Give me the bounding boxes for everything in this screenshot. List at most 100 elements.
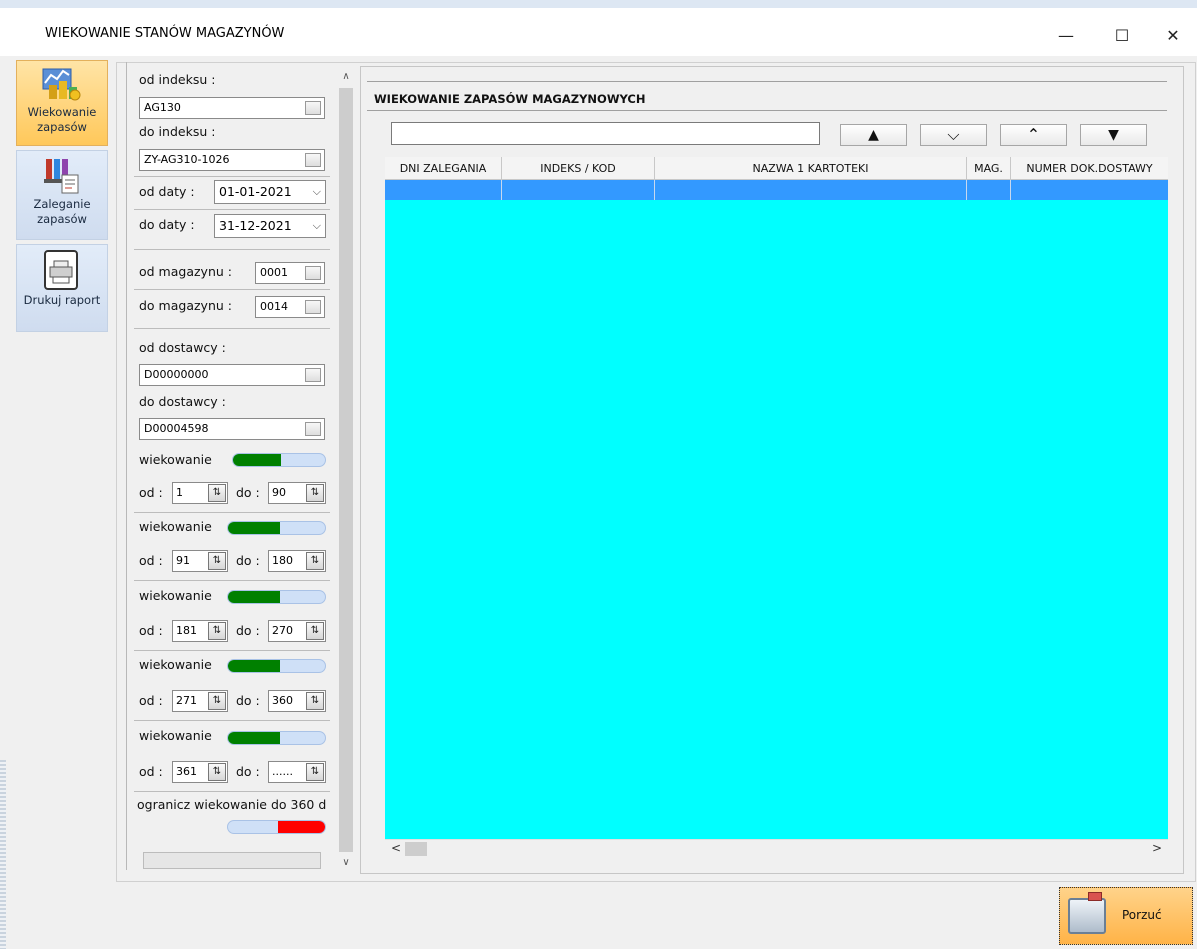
- spinner-icon[interactable]: ⇅: [306, 692, 324, 710]
- column-header-numer-dok[interactable]: NUMER DOK.DOSTAWY: [1011, 157, 1168, 180]
- aging-toggle[interactable]: [232, 453, 326, 467]
- divider: [134, 512, 330, 513]
- toolbar-button-drukuj[interactable]: Drukuj raport: [16, 244, 108, 332]
- aging-toggle[interactable]: [227, 590, 326, 604]
- aging-from-input[interactable]: 181 ⇅: [172, 620, 228, 642]
- od-dostawcy-input[interactable]: D00000000: [139, 364, 325, 386]
- aging-from-value: 361: [176, 765, 197, 778]
- close-badge-icon: [1088, 892, 1102, 901]
- do-magazynu-input[interactable]: 0014: [255, 296, 325, 318]
- lookup-button[interactable]: [305, 300, 321, 314]
- aging-from-input[interactable]: 1 ⇅: [172, 482, 228, 504]
- aging-label: wiekowanie: [139, 588, 212, 603]
- table-cell[interactable]: [967, 180, 1011, 200]
- scroll-down-icon[interactable]: ∨: [336, 854, 356, 872]
- spinner-icon[interactable]: ⇅: [208, 692, 226, 710]
- aging-from-input[interactable]: 361 ⇅: [172, 761, 228, 783]
- scroll-left-icon[interactable]: <: [387, 840, 405, 858]
- lookup-button[interactable]: [305, 153, 321, 167]
- scroll-right-icon[interactable]: >: [1148, 840, 1166, 858]
- spinner-icon[interactable]: ⇅: [208, 552, 226, 570]
- aging-from-input[interactable]: 91 ⇅: [172, 550, 228, 572]
- aging-toggle[interactable]: [227, 521, 326, 535]
- chevron-down-icon[interactable]: ⌵: [313, 215, 321, 237]
- last-record-button[interactable]: ▼: [1080, 124, 1147, 146]
- search-input[interactable]: [391, 122, 820, 145]
- od-dostawcy-value: D00000000: [144, 368, 209, 381]
- aging-from-value: 271: [176, 694, 197, 707]
- spinner-icon[interactable]: ⇅: [306, 763, 324, 781]
- do-indeksu-value: ZY-AG310-1026: [144, 153, 230, 166]
- toolbar-button-wiekowanie[interactable]: Wiekowanie zapasów: [16, 60, 108, 146]
- aging-to-input[interactable]: 180 ⇅: [268, 550, 326, 572]
- spinner-icon[interactable]: ⇅: [306, 484, 324, 502]
- porzuc-button[interactable]: Porzuć: [1059, 887, 1193, 945]
- aging-to-input[interactable]: 360 ⇅: [268, 690, 326, 712]
- spinner-icon[interactable]: ⇅: [306, 552, 324, 570]
- maximize-button[interactable]: ☐: [1102, 20, 1142, 52]
- toolbar-label: Drukuj raport: [23, 293, 101, 307]
- prev-record-button[interactable]: ⌃: [1000, 124, 1067, 146]
- table-cell[interactable]: [502, 180, 655, 200]
- do-indeksu-input[interactable]: ZY-AG310-1026: [139, 149, 325, 171]
- scroll-up-icon[interactable]: ∧: [336, 68, 356, 86]
- aging-to-value: 180: [272, 554, 293, 567]
- lookup-button[interactable]: [305, 368, 321, 382]
- chevron-down-icon[interactable]: ⌵: [313, 181, 321, 203]
- od-daty-combo[interactable]: 01-01-2021 ⌵: [214, 180, 326, 204]
- progress-bar: [143, 852, 321, 869]
- table-cell[interactable]: [655, 180, 967, 200]
- next-record-button[interactable]: ⌵: [920, 124, 987, 146]
- aging-label: wiekowanie: [139, 657, 212, 672]
- toolbar-button-zaleganie[interactable]: Zaleganie zapasów: [16, 150, 108, 240]
- aging-to-input[interactable]: 90 ⇅: [268, 482, 326, 504]
- scrollbar-thumb[interactable]: [339, 88, 353, 852]
- spinner-icon[interactable]: ⇅: [208, 484, 226, 502]
- do-dostawcy-label: do dostawcy :: [139, 394, 226, 409]
- lookup-button[interactable]: [305, 266, 321, 280]
- grid-horizontal-scrollbar[interactable]: < >: [385, 839, 1168, 857]
- spinner-icon[interactable]: ⇅: [208, 763, 226, 781]
- do-dostawcy-input[interactable]: D00004598: [139, 418, 325, 440]
- od-indeksu-input[interactable]: AG130: [139, 97, 325, 119]
- stock-report-icon: [44, 159, 79, 194]
- table-cell[interactable]: [385, 180, 502, 200]
- column-header-dni-zalegania[interactable]: DNI ZALEGANIA: [385, 157, 502, 180]
- aging-to-input[interactable]: ...... ⇅: [268, 761, 326, 783]
- divider: [134, 720, 330, 721]
- aging-from-input[interactable]: 271 ⇅: [172, 690, 228, 712]
- column-header-nazwa[interactable]: NAZWA 1 KARTOTEKI: [655, 157, 967, 180]
- limit-aging-toggle[interactable]: [227, 820, 326, 834]
- lookup-button[interactable]: [305, 422, 321, 436]
- spinner-icon[interactable]: ⇅: [306, 622, 324, 640]
- spinner-icon[interactable]: ⇅: [208, 622, 226, 640]
- first-record-button[interactable]: ▲: [840, 124, 907, 146]
- aging-label: wiekowanie: [139, 519, 212, 534]
- grid-title: WIEKOWANIE ZAPASÓW MAGAZYNOWYCH: [374, 92, 646, 106]
- od-magazynu-value: 0001: [260, 266, 288, 279]
- panel-separator: [126, 62, 127, 870]
- do-daty-value: 31-12-2021: [219, 218, 292, 233]
- do-magazynu-label: do magazynu :: [139, 298, 232, 313]
- printer-icon: [44, 250, 78, 290]
- aging-to-input[interactable]: 270 ⇅: [268, 620, 326, 642]
- close-button[interactable]: ✕: [1153, 20, 1193, 52]
- scrollbar-thumb[interactable]: [405, 842, 427, 856]
- column-header-indeks[interactable]: INDEKS / KOD: [502, 157, 655, 180]
- aging-toggle[interactable]: [227, 731, 326, 745]
- do-label: do :: [236, 553, 260, 568]
- divider: [134, 791, 330, 792]
- aging-toggle[interactable]: [227, 659, 326, 673]
- do-label: do :: [236, 693, 260, 708]
- minimize-button[interactable]: —: [1046, 20, 1086, 52]
- data-grid[interactable]: DNI ZALEGANIA INDEKS / KOD NAZWA 1 KARTO…: [385, 157, 1168, 839]
- do-daty-combo[interactable]: 31-12-2021 ⌵: [214, 214, 326, 238]
- od-magazynu-input[interactable]: 0001: [255, 262, 325, 284]
- aging-from-value: 91: [176, 554, 190, 567]
- filters-scrollbar[interactable]: ∧ ∨: [336, 66, 356, 874]
- aging-to-value: 90: [272, 486, 286, 499]
- od-daty-label: od daty :: [139, 184, 195, 199]
- table-row[interactable]: [385, 180, 1168, 200]
- column-header-mag[interactable]: MAG.: [967, 157, 1011, 180]
- lookup-button[interactable]: [305, 101, 321, 115]
